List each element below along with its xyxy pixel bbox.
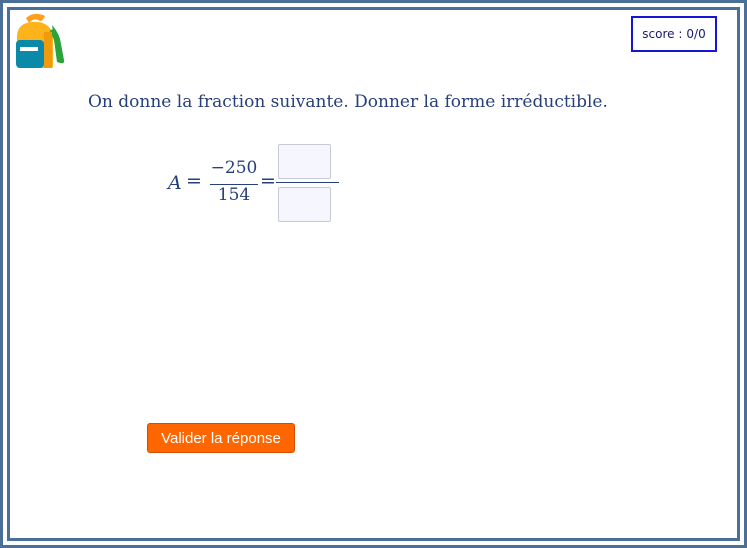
answer-denominator-input[interactable] — [278, 187, 331, 222]
backpack-icon — [12, 12, 68, 70]
score-label: score : — [642, 27, 683, 41]
score-value: 0/0 — [686, 27, 706, 41]
variable-label: A — [168, 172, 182, 194]
score-box: score : 0/0 — [631, 16, 717, 52]
fraction-expression: A = −250 154 = — [168, 142, 348, 226]
answer-fraction-bar — [276, 182, 339, 183]
fraction-denominator: 154 — [217, 185, 251, 205]
question-text: On donne la fraction suivante. Donner la… — [88, 92, 608, 112]
equals-sign: = — [186, 170, 202, 192]
fraction-numerator: −250 — [210, 158, 258, 178]
answer-numerator-input[interactable] — [278, 144, 331, 179]
validate-button[interactable]: Valider la réponse — [147, 423, 295, 453]
equals-sign-answer: = — [260, 170, 276, 192]
inner-frame — [7, 7, 740, 541]
